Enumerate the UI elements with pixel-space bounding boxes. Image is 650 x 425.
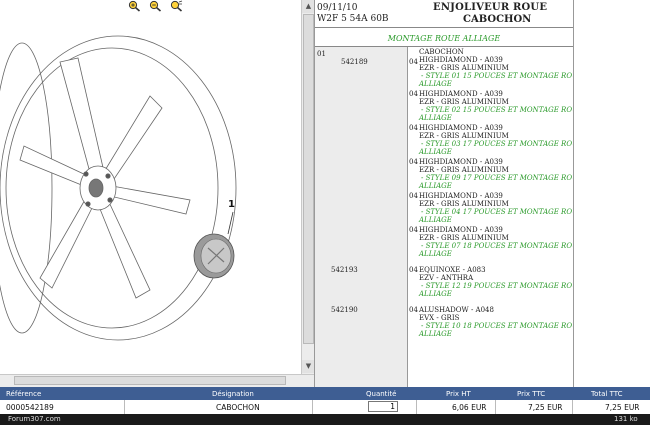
col-reference: Référence	[6, 390, 42, 398]
part-reference[interactable]: 542190	[331, 306, 358, 314]
watermark-text: Forum307.com	[8, 415, 61, 423]
cell-total-ttc: 7,25 EUR	[605, 403, 640, 412]
cell-separator	[495, 400, 496, 414]
order-grid: Référence Désignation Quantité Prix HT P…	[0, 387, 650, 415]
part-description-line[interactable]: HIGHDIAMOND - A039	[419, 158, 503, 166]
part-note-line: ALLIAGE	[419, 182, 452, 190]
part-note-line: ALLIAGE	[419, 250, 452, 258]
part-reference[interactable]: 542193	[331, 266, 358, 274]
part-note-line: - STYLE 01 15 POUCES ET MONTAGE ROUE	[421, 72, 574, 80]
col-prix-ht: Prix HT	[446, 390, 471, 398]
zoom-in-icon[interactable]	[128, 0, 141, 12]
header-date: 09/11/10	[317, 3, 358, 13]
cell-prix-ttc: 7,25 EUR	[528, 403, 563, 412]
part-quantity: 04	[409, 192, 418, 200]
part-description-line[interactable]: EZR - GRIS ALUMINIUM	[419, 234, 509, 242]
callout-number: 1	[228, 199, 235, 210]
part-quantity: 04	[409, 90, 418, 98]
divider	[315, 27, 573, 28]
cell-separator	[572, 400, 573, 414]
part-description-line[interactable]: EZR - GRIS ALUMINIUM	[419, 64, 509, 72]
list-index: 01	[317, 50, 326, 58]
part-note-line: ALLIAGE	[419, 148, 452, 156]
zoom-toolbar	[128, 0, 183, 14]
table-row[interactable]: 0000542189 CABOCHON 6,06 EUR 7,25 EUR 7,…	[0, 400, 650, 415]
part-quantity: 04	[409, 158, 418, 166]
diagram-vertical-scrollbar[interactable]: ▲ ▼	[301, 0, 315, 374]
part-note-line: - STYLE 04 17 POUCES ET MONTAGE ROUE	[421, 208, 574, 216]
col-quantite: Quantité	[366, 390, 397, 398]
zoom-out-icon[interactable]	[149, 0, 162, 12]
part-description-line[interactable]: EZR - GRIS ALUMINIUM	[419, 200, 509, 208]
part-description-line[interactable]: EZR - GRIS ALUMINIUM	[419, 132, 509, 140]
cell-separator	[312, 400, 313, 414]
part-note-line: - STYLE 07 18 POUCES ET MONTAGE ROUE	[421, 242, 574, 250]
part-note-line: - STYLE 02 15 POUCES ET MONTAGE ROUE	[421, 106, 574, 114]
cell-separator	[416, 400, 417, 414]
page-subtitle: CABOCHON	[463, 14, 532, 25]
scrollbar-thumb[interactable]	[14, 376, 286, 385]
part-note-line: ALLIAGE	[419, 330, 452, 338]
part-description-line[interactable]: HIGHDIAMOND - A039	[419, 226, 503, 234]
col-prix-ttc: Prix TTC	[517, 390, 546, 398]
part-description-line[interactable]: HIGHDIAMOND - A039	[419, 90, 503, 98]
part-description-line[interactable]: HIGHDIAMOND - A039	[419, 192, 503, 200]
part-note-line: ALLIAGE	[419, 290, 452, 298]
part-quantity: 04	[409, 306, 418, 314]
section-label: MONTAGE ROUE ALLIAGE	[387, 34, 501, 43]
file-size: 131 ko	[614, 415, 638, 423]
cell-reference: 0000542189	[6, 403, 54, 412]
zoom-reset-icon[interactable]	[170, 0, 183, 12]
part-description-line[interactable]: EZR - GRIS ALUMINIUM	[419, 166, 509, 174]
center-cap-part	[193, 233, 235, 279]
parts-list-pane: 09/11/10 W2F 5 54A 60B ENJOLIVEUR ROUE C…	[314, 0, 574, 387]
wheel-diagram	[0, 35, 237, 341]
part-quantity: 04	[409, 58, 418, 66]
part-reference[interactable]: 542189	[341, 58, 368, 66]
part-description-line[interactable]: EZR - GRIS ALUMINIUM	[419, 98, 509, 106]
part-note-line: ALLIAGE	[419, 114, 452, 122]
page-title: ENJOLIVEUR ROUE	[433, 2, 548, 13]
part-note-line: ALLIAGE	[419, 216, 452, 224]
part-description-line[interactable]: CABOCHON	[419, 48, 464, 56]
part-description-line[interactable]: EVX - GRIS	[419, 314, 459, 322]
cell-prix-ht: 6,06 EUR	[452, 403, 487, 412]
part-note-line: ALLIAGE	[419, 80, 452, 88]
part-quantity: 04	[409, 226, 418, 234]
scrollbar-thumb[interactable]	[303, 14, 314, 344]
part-quantity: 04	[409, 124, 418, 132]
part-description-line[interactable]: EQUINOXE - A083	[419, 266, 486, 274]
part-description-line[interactable]: EZV - ANTHRA	[419, 274, 473, 282]
cell-designation: CABOCHON	[216, 403, 260, 412]
cell-separator	[124, 400, 125, 414]
diagram-horizontal-scrollbar[interactable]	[0, 374, 314, 387]
part-description-line[interactable]: HIGHDIAMOND - A039	[419, 56, 503, 64]
grid-header-row: Référence Désignation Quantité Prix HT P…	[0, 387, 650, 400]
col-total-ttc: Total TTC	[591, 390, 623, 398]
header-code: W2F 5 54A 60B	[317, 14, 389, 24]
part-note-line: - STYLE 03 17 POUCES ET MONTAGE ROUE	[421, 140, 574, 148]
diagram-pane[interactable]	[0, 0, 300, 387]
part-note-line: - STYLE 10 18 POUCES ET MONTAGE ROUE	[421, 322, 574, 330]
parts-list-body: 01 542189 04 CABOCHON HIGHDIAMOND - A039 EZR …	[315, 48, 573, 387]
part-quantity: 04	[409, 266, 418, 274]
status-bar: Forum307.com 131 ko	[0, 414, 650, 425]
part-note-line: - STYLE 12 19 POUCES ET MONTAGE ROUE	[421, 282, 574, 290]
part-note-line: - STYLE 09 17 POUCES ET MONTAGE ROUE	[421, 174, 574, 182]
col-designation: Désignation	[212, 390, 254, 398]
part-description-line[interactable]: HIGHDIAMOND - A039	[419, 124, 503, 132]
quantity-input[interactable]	[368, 401, 398, 412]
part-description-line[interactable]: ALUSHADOW - A048	[419, 306, 494, 314]
